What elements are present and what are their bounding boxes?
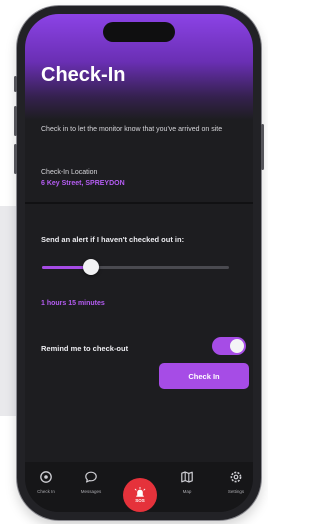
silent-switch (14, 76, 17, 92)
location-pin-icon (40, 471, 52, 483)
page-title: Check-In (41, 64, 126, 86)
location-value[interactable]: 6 Key Street, SPREYDON (41, 180, 125, 187)
duration-value: 1 hours 15 minutes (41, 300, 105, 307)
tab-messages[interactable]: Messages (71, 470, 111, 502)
section-divider (25, 202, 253, 204)
location-label: Check-In Location (41, 169, 98, 176)
tab-map[interactable]: Map (167, 470, 207, 502)
tab-check-in[interactable]: Check In (26, 470, 66, 502)
intro-text: Check in to let the monitor know that yo… (41, 126, 223, 133)
volume-down-button (14, 144, 17, 174)
slider-thumb[interactable] (82, 259, 99, 275)
sos-button[interactable]: SOS (123, 478, 157, 512)
power-button (261, 124, 264, 170)
chat-bubble-icon (85, 471, 97, 483)
map-icon (181, 471, 193, 483)
volume-up-button (14, 106, 17, 136)
device-mockup: Check-In Check in to let the monitor kno… (0, 0, 268, 524)
tab-label: Settings (227, 489, 245, 494)
gear-icon (230, 471, 242, 483)
alert-label: Send an alert if I haven't checked out i… (41, 235, 185, 244)
app-screen: Check-In Check in to let the monitor kno… (25, 14, 253, 512)
tab-label: Map (182, 489, 192, 494)
tab-label: Messages (80, 489, 102, 494)
tab-label: Check In (37, 489, 55, 494)
alarm-icon (134, 487, 146, 497)
check-in-button[interactable]: Check In (159, 363, 249, 389)
remind-toggle[interactable] (212, 337, 246, 355)
remind-label: Remind me to check-out (41, 344, 129, 353)
checkout-duration-slider[interactable] (42, 259, 229, 275)
toggle-knob (230, 339, 244, 353)
tab-settings[interactable]: Settings (216, 470, 253, 502)
sos-label: SOS (135, 498, 145, 503)
dynamic-island (103, 22, 175, 42)
